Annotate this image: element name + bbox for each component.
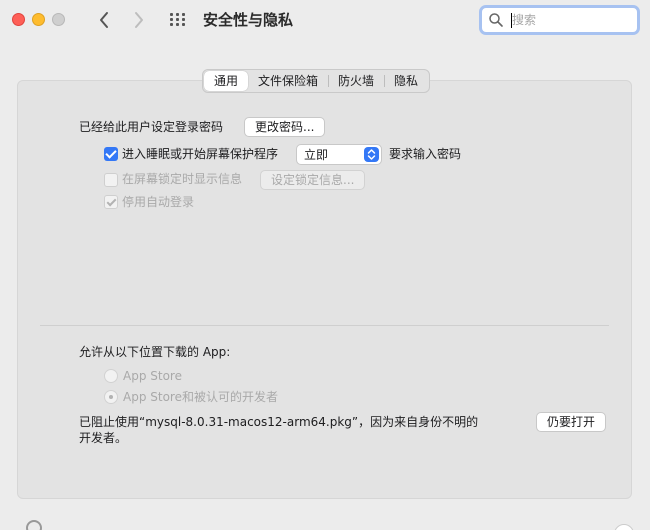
radio-app-store[interactable]	[104, 369, 118, 383]
chevron-left-icon	[100, 12, 108, 28]
tab-general[interactable]: 通用	[204, 71, 249, 91]
blocked-message-line2: 开发者。	[79, 431, 128, 445]
tab-privacy[interactable]: 隐私	[384, 71, 428, 91]
lock-icon[interactable]	[26, 520, 42, 530]
lock-message-label: 在屏幕锁定时显示信息	[122, 172, 243, 186]
search-icon	[489, 13, 503, 27]
minimize-button[interactable]	[32, 13, 45, 26]
zoom-button[interactable]	[52, 13, 65, 26]
tab-filevault[interactable]: 文件保险箱	[248, 71, 328, 91]
search-field[interactable]	[479, 5, 640, 35]
chevron-right-icon	[135, 12, 143, 28]
search-input[interactable]	[512, 10, 632, 30]
require-password-label: 要求输入密码	[389, 147, 462, 161]
select-value: 立即	[304, 148, 329, 162]
help-icon[interactable]	[614, 524, 634, 530]
radio-app-store-label: App Store	[123, 369, 182, 383]
sleep-checkbox-label: 进入睡眠或开始屏幕保护程序	[122, 147, 279, 161]
security-privacy-window: 安全性与隐私 通用 文件保险箱 防火墙 隐私 已经给此用户设定登录密码 更改密码…	[0, 0, 650, 530]
blocked-message-line1: 已阻止使用“mysql-8.0.31-macos12-arm64.pkg”，因为…	[79, 415, 479, 429]
password-set-label: 已经给此用户设定登录密码	[79, 120, 224, 134]
disable-autologin-checkbox[interactable]	[104, 195, 118, 209]
change-password-button[interactable]: 更改密码...	[244, 117, 326, 137]
up-down-arrows-icon	[364, 147, 379, 162]
section-divider	[40, 325, 609, 326]
tab-firewall[interactable]: 防火墙	[328, 71, 384, 91]
forward-button[interactable]	[128, 7, 150, 33]
radio-app-store-identified-label: App Store和被认可的开发者	[123, 390, 278, 404]
title-bar: 安全性与隐私	[0, 0, 650, 40]
sleep-require-password-checkbox[interactable]	[104, 147, 118, 161]
open-anyway-button[interactable]: 仍要打开	[536, 412, 607, 432]
tab-bar: 通用 文件保险箱 防火墙 隐私	[202, 69, 431, 93]
set-lock-message-button[interactable]: 设定锁定信息...	[260, 170, 366, 190]
show-lock-message-checkbox[interactable]	[104, 173, 118, 187]
radio-app-store-identified[interactable]	[104, 390, 118, 404]
close-button[interactable]	[12, 13, 25, 26]
window-title: 安全性与隐私	[203, 11, 294, 29]
downloads-heading: 允许从以下位置下载的 App:	[79, 345, 231, 359]
disable-autologin-label: 停用自动登录	[122, 195, 195, 209]
show-all-grid-icon[interactable]	[170, 13, 186, 27]
require-password-delay-select[interactable]: 立即	[296, 144, 382, 165]
back-button[interactable]	[93, 7, 115, 33]
